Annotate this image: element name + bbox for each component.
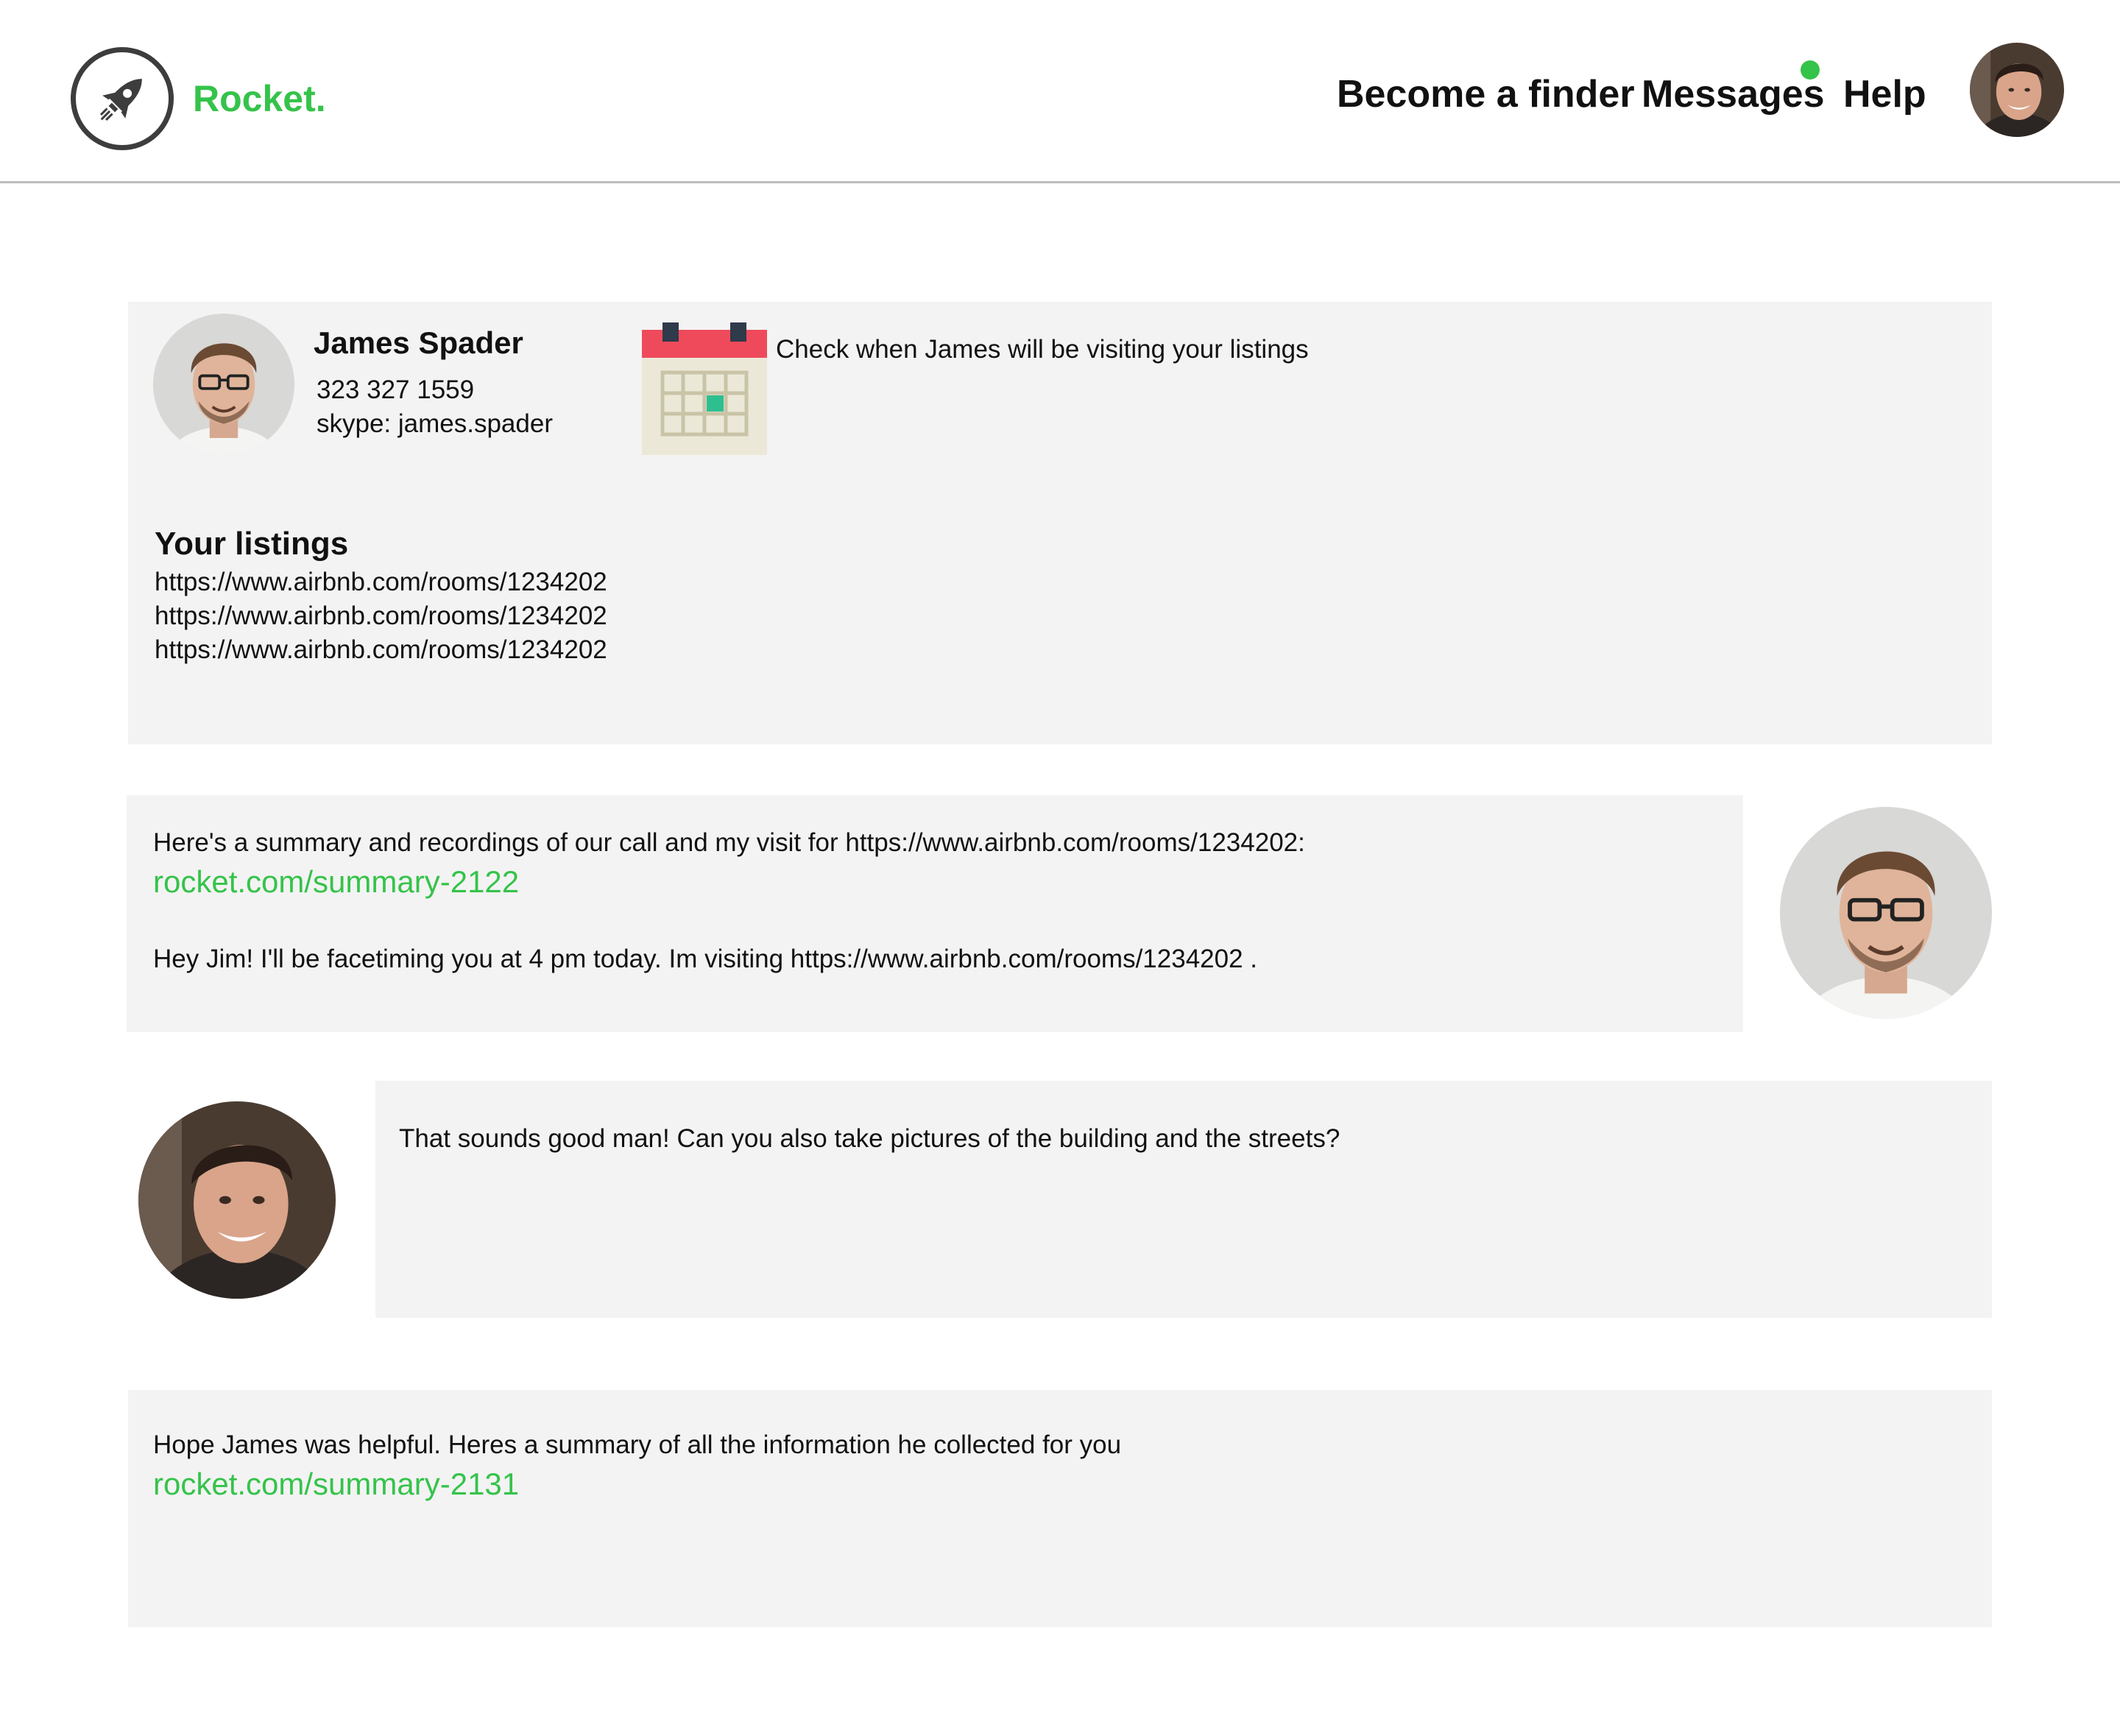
message-text: Here's a summary and recordings of our c… — [153, 828, 1305, 857]
nav-become-finder[interactable]: Become a finder — [1337, 71, 1635, 118]
listing-link[interactable]: https://www.airbnb.com/rooms/1234202 — [155, 565, 607, 599]
top-header: Rocket. Become a finder Messages Help — [0, 0, 2120, 183]
finder-phone: 323 327 1559 — [317, 375, 475, 404]
notification-dot — [1801, 60, 1820, 80]
message-bubble-finder: Here's a summary and recordings of our c… — [127, 795, 1743, 1032]
user-avatar[interactable] — [1970, 43, 2064, 137]
finder-message-avatar — [1780, 807, 1992, 1019]
rocket-logo-icon[interactable] — [71, 47, 174, 150]
message-text: That sounds good man! Can you also take … — [399, 1124, 1340, 1153]
finder-profile-card: James Spader 323 327 1559 skype: james.s… — [128, 302, 1992, 744]
summary-link[interactable]: rocket.com/summary-2122 — [153, 863, 519, 901]
nav-help[interactable]: Help — [1843, 71, 1926, 118]
finder-avatar[interactable] — [153, 314, 294, 455]
listings-title: Your listings — [155, 526, 349, 562]
user-message-avatar — [138, 1101, 336, 1299]
message-bubble-system: Hope James was helpful. Heres a summary … — [128, 1390, 1992, 1627]
calendar-link-text[interactable]: Check when James will be visiting your l… — [776, 333, 1309, 367]
listing-link[interactable]: https://www.airbnb.com/rooms/1234202 — [155, 633, 607, 667]
finder-skype: skype: james.spader — [317, 409, 553, 438]
calendar-icon[interactable] — [642, 322, 767, 455]
summary-link[interactable]: rocket.com/summary-2131 — [153, 1465, 519, 1503]
nav-messages[interactable]: Messages — [1642, 71, 1825, 118]
listing-link[interactable]: https://www.airbnb.com/rooms/1234202 — [155, 599, 607, 633]
brand-name[interactable]: Rocket. — [193, 77, 326, 121]
message-bubble-user: That sounds good man! Can you also take … — [375, 1081, 1992, 1318]
message-text: Hope James was helpful. Heres a summary … — [153, 1430, 1122, 1459]
message-text: Hey Jim! I'll be facetiming you at 4 pm … — [153, 945, 1258, 973]
finder-name: James Spader — [314, 325, 523, 360]
